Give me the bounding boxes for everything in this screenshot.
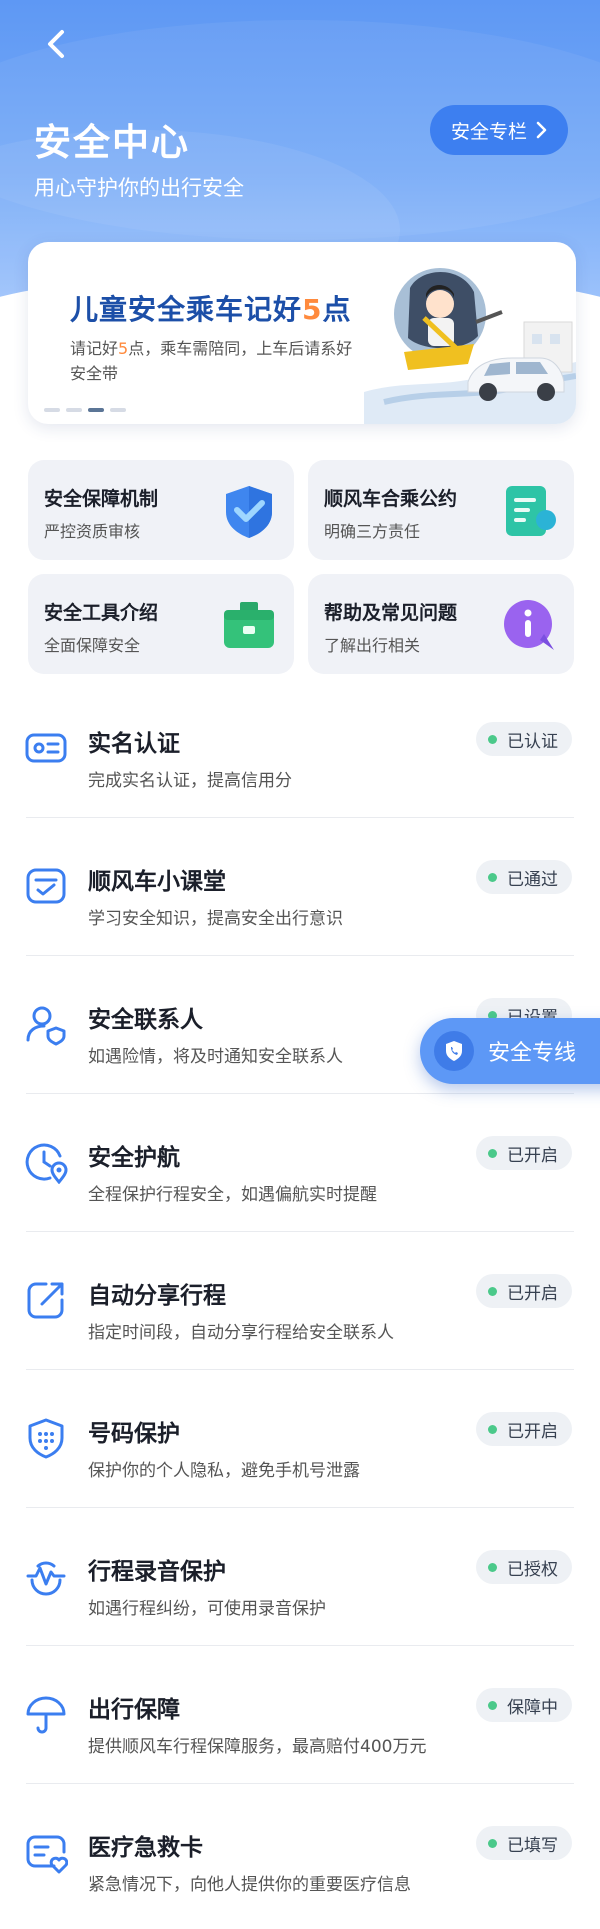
clock-location-icon xyxy=(25,1143,68,1184)
id-card-icon xyxy=(25,733,67,763)
item-subtitle: 学习安全知识，提高安全出行意识 xyxy=(88,909,343,929)
item-subtitle: 完成实名认证，提高信用分 xyxy=(88,771,292,791)
pager-dot-active xyxy=(88,408,104,412)
number-shield-icon xyxy=(28,1418,64,1459)
status-dot xyxy=(488,1838,497,1848)
item-subtitle: 保护你的个人隐私，避免手机号泄露 xyxy=(88,1461,360,1481)
list-item-escort[interactable]: 安全护航 全程保护行程安全，如遇偏航实时提醒 已开启 xyxy=(0,1094,600,1232)
item-title: 安全护航 xyxy=(88,1145,180,1171)
page-subtitle: 用心守护你的出行安全 xyxy=(34,176,244,200)
child-safety-banner[interactable]: 儿童安全乘车记好5点 请记好5点，乘车需陪同，上车后请系好安全带 xyxy=(28,242,576,424)
info-bubble-icon xyxy=(504,600,554,650)
medical-card-icon xyxy=(26,1835,68,1874)
list-item-travel-guarantee[interactable]: 出行保障 提供顺风车行程保障服务，最高赔付400万元 保障中 xyxy=(0,1646,600,1784)
tile-title: 顺风车合乘公约 xyxy=(324,488,458,510)
tile-subtitle: 全面保障安全 xyxy=(44,636,141,655)
status-badge: 已授权 xyxy=(476,1550,572,1584)
pager-dot xyxy=(66,408,82,412)
status-dot xyxy=(488,1700,497,1710)
status-dot xyxy=(488,1286,497,1296)
audio-wave-icon xyxy=(26,1561,66,1596)
status-dot xyxy=(488,872,497,882)
status-badge: 已开启 xyxy=(476,1274,572,1308)
tile-carpool-convention[interactable]: 顺风车合乘公约 明确三方责任 xyxy=(308,460,574,560)
tile-title: 安全保障机制 xyxy=(44,488,159,510)
item-title: 出行保障 xyxy=(88,1697,180,1723)
tile-title: 帮助及常见问题 xyxy=(324,602,458,624)
back-chevron-icon[interactable] xyxy=(42,26,72,62)
tile-safety-mechanism[interactable]: 安全保障机制 严控资质审核 xyxy=(28,460,294,560)
status-dot xyxy=(488,1148,497,1158)
status-badge: 已认证 xyxy=(476,722,572,756)
status-dot xyxy=(488,1562,497,1572)
safety-column-label: 安全专栏 xyxy=(450,120,527,143)
document-icon xyxy=(506,486,556,536)
list-item-auto-share[interactable]: 自动分享行程 指定时间段，自动分享行程给安全联系人 已开启 xyxy=(0,1232,600,1370)
item-title: 行程录音保护 xyxy=(88,1559,226,1585)
item-title: 安全联系人 xyxy=(88,1007,203,1033)
status-badge: 已通过 xyxy=(476,860,572,894)
tile-subtitle: 了解出行相关 xyxy=(324,636,421,655)
banner-title: 儿童安全乘车记好5点 xyxy=(70,293,352,326)
list-item-real-name[interactable]: 实名认证 完成实名认证，提高信用分 已认证 xyxy=(0,680,600,818)
item-subtitle: 提供顺风车行程保障服务，最高赔付400万元 xyxy=(88,1737,427,1757)
tile-subtitle: 严控资质审核 xyxy=(44,522,141,541)
status-badge: 保障中 xyxy=(476,1688,572,1722)
item-subtitle: 如遇行程纠纷，可使用录音保护 xyxy=(88,1599,326,1619)
item-title: 顺风车小课堂 xyxy=(88,869,226,895)
safety-hotline-label: 安全专线 xyxy=(488,1041,577,1066)
list-item-number-protection[interactable]: 号码保护 保护你的个人隐私，避免手机号泄露 已开启 xyxy=(0,1370,600,1508)
safety-column-button[interactable]: 安全专栏 xyxy=(430,105,568,155)
list-item-medical-card[interactable]: 医疗急救卡 紧急情况下，向他人提供你的重要医疗信息 已填写 xyxy=(0,1784,600,1922)
share-icon xyxy=(27,1282,64,1319)
pager-dot xyxy=(110,408,126,412)
contact-shield-icon xyxy=(26,1006,66,1046)
phone-shield-icon xyxy=(434,1031,474,1071)
status-badge: 已开启 xyxy=(476,1412,572,1446)
tile-help-faq[interactable]: 帮助及常见问题 了解出行相关 xyxy=(308,574,574,674)
status-badge: 已开启 xyxy=(476,1136,572,1170)
item-subtitle: 全程保护行程安全，如遇偏航实时提醒 xyxy=(88,1185,377,1205)
status-dot xyxy=(488,1424,497,1434)
chevron-right-icon xyxy=(536,121,547,139)
item-title: 自动分享行程 xyxy=(88,1283,226,1309)
banner-description: 请记好5点，乘车需陪同，上车后请系好安全带 xyxy=(70,339,353,383)
tile-subtitle: 明确三方责任 xyxy=(324,522,421,541)
safety-hotline-button[interactable]: 安全专线 xyxy=(420,1018,600,1084)
pager-dot xyxy=(44,408,60,412)
shield-check-icon xyxy=(226,486,272,538)
list-item-audio-protection[interactable]: 行程录音保护 如遇行程纠纷，可使用录音保护 已授权 xyxy=(0,1508,600,1646)
item-subtitle: 指定时间段，自动分享行程给安全联系人 xyxy=(88,1323,394,1343)
banner-pager xyxy=(44,408,126,412)
item-subtitle: 如遇险情，将及时通知安全联系人 xyxy=(88,1047,343,1067)
item-title: 实名认证 xyxy=(88,731,180,757)
status-badge: 已填写 xyxy=(476,1826,572,1860)
item-title: 医疗急救卡 xyxy=(88,1835,203,1861)
child-car-seat-illustration xyxy=(364,268,576,424)
status-dot xyxy=(488,734,497,744)
umbrella-icon xyxy=(26,1696,66,1734)
page-title: 安全中心 xyxy=(34,121,190,164)
item-subtitle: 紧急情况下，向他人提供你的重要医疗信息 xyxy=(88,1875,411,1895)
tile-title: 安全工具介绍 xyxy=(44,602,159,624)
safety-feature-list: 实名认证 完成实名认证，提高信用分 已认证 顺风车小课堂 学习安全知识，提高安全… xyxy=(0,680,600,1922)
tile-safety-tools[interactable]: 安全工具介绍 全面保障安全 xyxy=(28,574,294,674)
classroom-icon xyxy=(26,868,66,904)
list-item-classroom[interactable]: 顺风车小课堂 学习安全知识，提高安全出行意识 已通过 xyxy=(0,818,600,956)
toolbox-icon xyxy=(224,602,274,648)
item-title: 号码保护 xyxy=(88,1421,180,1447)
